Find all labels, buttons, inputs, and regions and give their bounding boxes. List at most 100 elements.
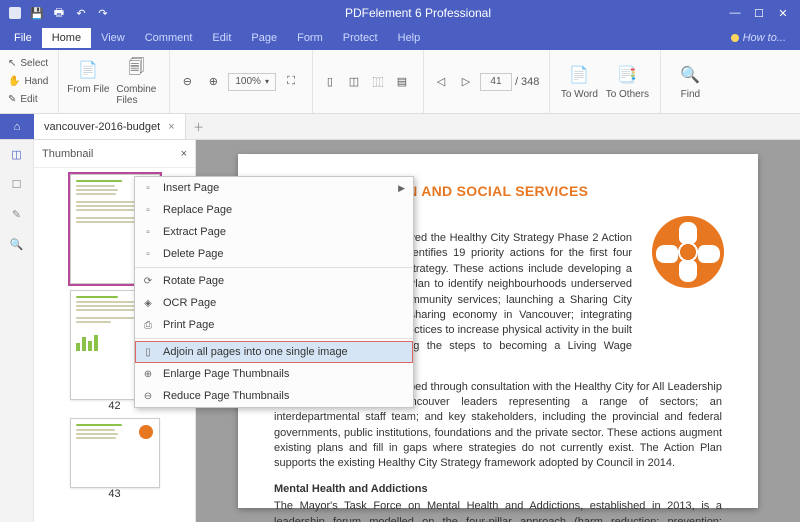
ctx-label: Insert Page (163, 182, 219, 194)
export-icon: 📑 (615, 63, 639, 87)
page-plus-icon: 📄 (76, 58, 100, 82)
menu-protect[interactable]: Protect (333, 28, 388, 48)
menu-page[interactable]: Page (241, 28, 287, 48)
zoom-value[interactable]: 100% ▾ (228, 73, 276, 91)
page-layout-3-button[interactable]: ⿲ (367, 71, 389, 93)
word-icon: 📄 (567, 63, 591, 87)
thumbnail-panel: Thumbnail × (34, 140, 196, 522)
menu-home[interactable]: Home (42, 28, 91, 48)
zoom-in-button[interactable]: ⊕ (202, 71, 224, 93)
howto-search[interactable]: How to... (731, 32, 796, 44)
thumbnail-context-menu: ▫ Insert Page ▶ ▫ Replace Page ▫Extract Pag… (134, 176, 414, 408)
tool-select[interactable]: ↖Select (8, 56, 48, 72)
activity-annotation-icon[interactable]: ✎ (9, 206, 25, 222)
to-word-button[interactable]: 📄 To Word (556, 63, 602, 100)
find-label: Find (681, 89, 700, 100)
zoom-out-button[interactable]: ⊖ (176, 71, 198, 93)
page-layout-2-button[interactable]: ◫ (343, 71, 365, 93)
combine-files-label: Combine Files (116, 84, 156, 106)
rotate-icon: ⟳ (141, 276, 155, 287)
page-total: 348 (521, 76, 539, 88)
to-word-label: To Word (561, 89, 598, 100)
ctx-label: Rotate Page (163, 275, 224, 287)
to-others-button[interactable]: 📑To Others (604, 63, 650, 100)
ocr-icon: ◈ (141, 298, 155, 309)
ctx-adjoin-pages[interactable]: ▯ Adjoin all pages into one single image (135, 341, 413, 363)
howto-label: How to... (743, 32, 786, 44)
ctx-label: Delete Page (163, 248, 224, 260)
add-tab-button[interactable]: ＋ (186, 114, 212, 139)
qat-save-icon[interactable]: 💾 (30, 6, 44, 20)
combine-icon: 🗐 (124, 58, 148, 82)
minimize-button[interactable]: — (728, 7, 742, 20)
from-file-button[interactable]: 📄From File (65, 58, 111, 106)
ribbon: ↖Select ✋Hand ✎Edit 📄From File 🗐Combine … (0, 50, 800, 114)
ctx-label: Reduce Page Thumbnails (163, 390, 289, 402)
window-title: PDFelement 6 Professional (118, 6, 718, 20)
menu-form[interactable]: Form (287, 28, 333, 48)
home-tab-button[interactable]: ⌂ (0, 114, 34, 139)
menu-edit[interactable]: Edit (202, 28, 241, 48)
prev-page-button[interactable]: ◁ (430, 71, 452, 93)
menu-comment[interactable]: Comment (135, 28, 203, 48)
maximize-button[interactable]: ☐ (752, 7, 766, 20)
tool-select-label: Select (20, 58, 48, 69)
doc-paragraph: The Mayor's Task Force on Mental Health … (274, 499, 722, 522)
page-number: 43 (108, 488, 120, 500)
menu-separator (135, 338, 413, 339)
qat-undo-icon[interactable]: ↶ (74, 6, 88, 20)
close-button[interactable]: ✕ (776, 7, 790, 20)
activity-thumbnail-icon[interactable]: ◫ (9, 146, 25, 162)
combine-files-button[interactable]: 🗐Combine Files (113, 58, 159, 106)
ctx-rotate-page[interactable]: ⟳ Rotate Page (135, 270, 413, 292)
ctx-insert-page[interactable]: ▫Insert Page▶ (135, 177, 413, 199)
tool-edit-label: Edit (20, 94, 37, 105)
ctx-label: OCR Page (163, 297, 216, 309)
menu-separator (135, 267, 413, 268)
thumb-icon-indicator (139, 425, 153, 439)
replace-page-icon: ▫ (141, 205, 155, 216)
ctx-reduce-thumbnails[interactable]: ⊖Reduce Page Thumbnails (135, 385, 413, 407)
close-tab-icon[interactable]: × (168, 121, 174, 133)
ctx-label: Adjoin all pages into one single image (163, 346, 348, 358)
doc-subheading-2: Mental Health and Addictions (274, 482, 722, 497)
menubar: File Home View Comment Edit Page Form Pr… (0, 26, 800, 50)
workspace: ◫ ☐ ✎ 🔍 Thumbnail × (0, 140, 800, 522)
document-tab[interactable]: vancouver-2016-budget × (34, 114, 186, 139)
ctx-delete-page[interactable]: ▫Delete Page (135, 243, 413, 265)
ctx-label: Replace Page (163, 204, 232, 216)
next-page-button[interactable]: ▷ (455, 71, 477, 93)
tool-hand-label: Hand (24, 76, 48, 87)
titlebar: 💾 🖶 ↶ ↷ PDFelement 6 Professional — ☐ ✕ (0, 0, 800, 26)
ctx-label: Enlarge Page Thumbnails (163, 368, 289, 380)
thumbnail-close-icon[interactable]: × (181, 148, 187, 160)
page-current-input[interactable]: 41 (480, 73, 512, 91)
activity-bookmark-icon[interactable]: ☐ (9, 176, 25, 192)
page-layout-1-button[interactable]: ▯ (319, 71, 341, 93)
qat-print-icon[interactable]: 🖶 (52, 6, 66, 20)
thumbnail-title: Thumbnail (42, 148, 93, 160)
qat-redo-icon[interactable]: ↷ (96, 6, 110, 20)
search-icon: 🔍 (678, 63, 702, 87)
extract-page-icon: ▫ (141, 227, 155, 238)
menu-file[interactable]: File (4, 28, 42, 48)
ctx-print-page[interactable]: ⎙Print Page (135, 314, 413, 336)
tool-hand[interactable]: ✋Hand (8, 74, 48, 90)
ctx-extract-page[interactable]: ▫Extract Page (135, 221, 413, 243)
page-number: 42 (108, 400, 120, 412)
ctx-ocr-page[interactable]: ◈ OCR Page (135, 292, 413, 314)
bulb-icon (731, 34, 739, 42)
menu-view[interactable]: View (91, 28, 135, 48)
page-layout-4-button[interactable]: ▤ (391, 71, 413, 93)
ctx-replace-page[interactable]: ▫ Replace Page (135, 199, 413, 221)
activity-search-icon[interactable]: 🔍 (9, 236, 25, 252)
menu-help[interactable]: Help (388, 28, 431, 48)
submenu-arrow-icon: ▶ (398, 183, 405, 194)
ctx-enlarge-thumbnails[interactable]: ⊕Enlarge Page Thumbnails (135, 363, 413, 385)
hands-circle-icon (652, 216, 724, 288)
tool-edit[interactable]: ✎Edit (8, 92, 48, 108)
find-button[interactable]: 🔍 Find (667, 63, 713, 100)
adjoin-icon: ▯ (141, 347, 155, 358)
fit-page-button[interactable]: ⛶ (280, 71, 302, 93)
page-thumbnail[interactable] (70, 418, 160, 488)
